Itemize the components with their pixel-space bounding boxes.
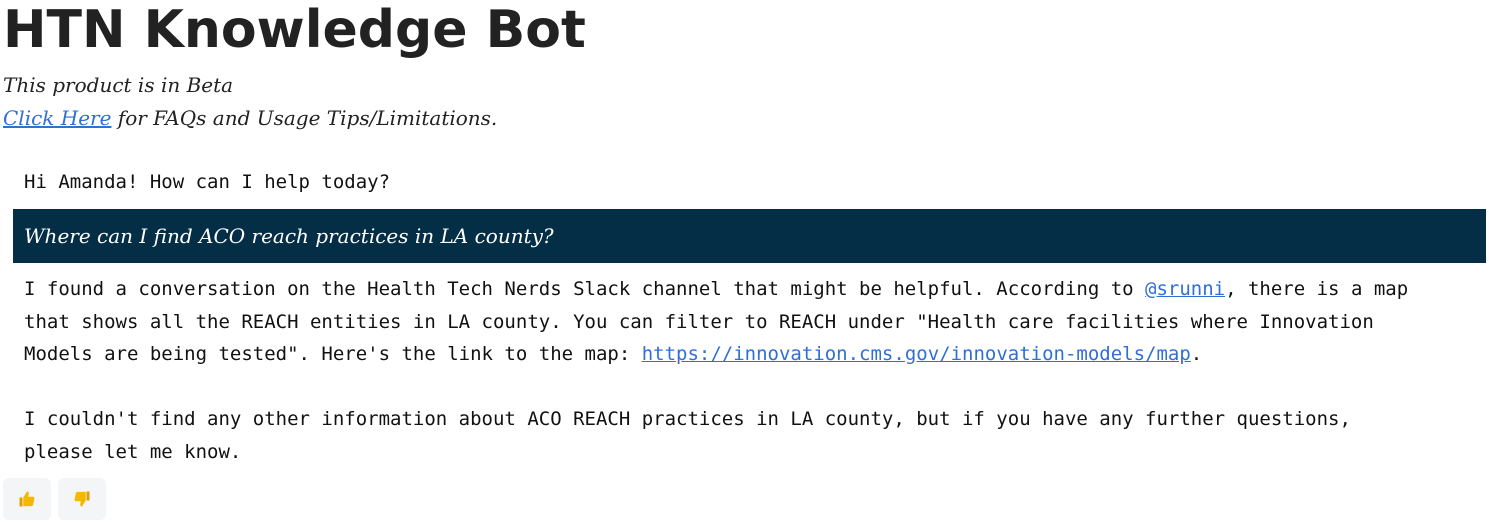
thumbs-up-icon xyxy=(18,490,36,508)
faq-suffix: for FAQs and Usage Tips/Limitations. xyxy=(111,106,498,130)
map-link[interactable]: https://innovation.cms.gov/innovation-mo… xyxy=(642,343,1191,365)
user-message: Where can I find ACO reach practices in … xyxy=(13,209,1486,263)
faq-link[interactable]: Click Here xyxy=(3,106,111,130)
chat-page: HTN Knowledge Bot This product is in Bet… xyxy=(0,0,1489,528)
bot-reply: I found a conversation on the Health Tec… xyxy=(24,273,1476,468)
reply-text: I found a conversation on the Health Tec… xyxy=(24,278,1146,300)
reply-line: that shows all the REACH entities in LA … xyxy=(24,310,1374,333)
reply-line: please let me know. xyxy=(24,440,242,463)
thumbs-up-button[interactable] xyxy=(3,478,51,520)
thumbs-down-icon xyxy=(73,490,91,508)
mention-link[interactable]: @srunni xyxy=(1145,278,1225,300)
thumbs-down-button[interactable] xyxy=(58,478,106,520)
page-title: HTN Knowledge Bot xyxy=(3,0,586,60)
beta-notice: This product is in Beta xyxy=(3,73,234,97)
bot-greeting: Hi Amanda! How can I help today? xyxy=(24,171,391,193)
reply-text: , there is a map xyxy=(1225,278,1409,300)
user-message-text: Where can I find ACO reach practices in … xyxy=(24,224,554,248)
reply-text: Models are being tested". Here's the lin… xyxy=(24,343,642,365)
reply-text: . xyxy=(1190,343,1203,365)
reply-line: I couldn't find any other information ab… xyxy=(24,408,1351,430)
faq-line: Click Here for FAQs and Usage Tips/Limit… xyxy=(3,103,497,133)
reply-line: Models are being tested". Here's the lin… xyxy=(24,338,1476,371)
reply-line: I found a conversation on the Health Tec… xyxy=(24,273,1476,306)
